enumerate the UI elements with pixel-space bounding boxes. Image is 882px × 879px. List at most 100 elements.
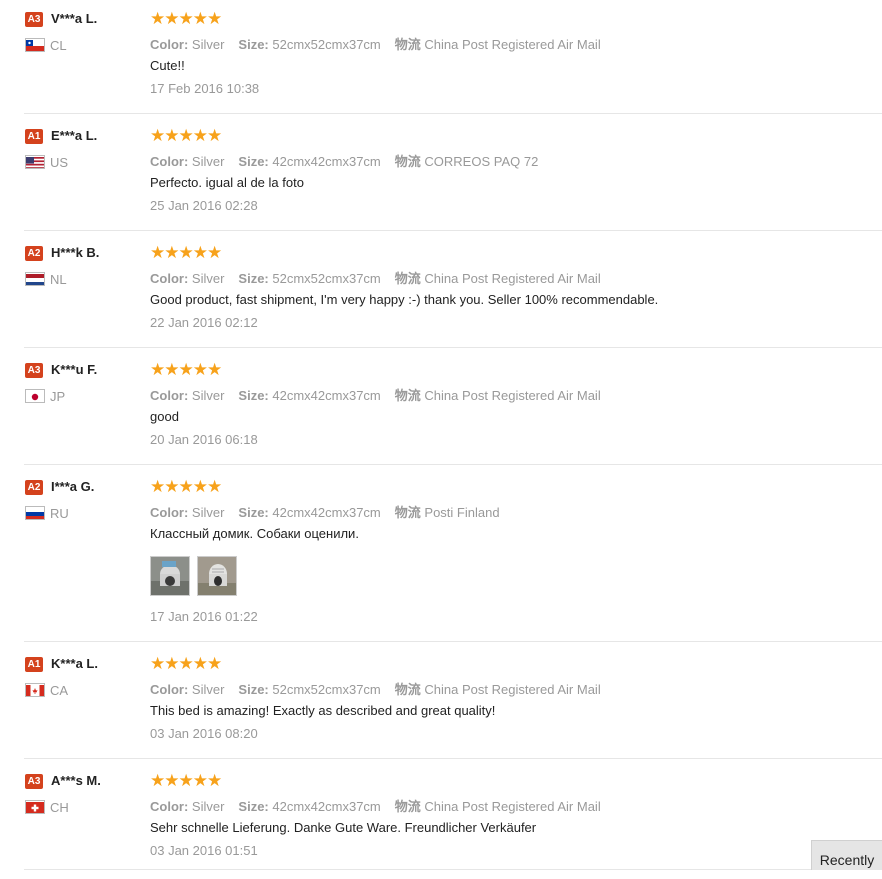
star-icon: ★ bbox=[178, 360, 194, 379]
star-icon: ★ bbox=[164, 771, 179, 790]
buyer-name: K***u F. bbox=[51, 362, 98, 377]
star-icon: ★ bbox=[150, 360, 165, 379]
size-attribute: Size: 52cmx52cmx37cm bbox=[238, 682, 380, 697]
star-icon: ★ bbox=[150, 9, 165, 28]
buyer-name: H***k B. bbox=[51, 245, 100, 260]
shipping-value: China Post Registered Air Mail bbox=[424, 682, 601, 697]
shipping-label: 物流 bbox=[394, 388, 421, 403]
buyer-level-badge: A2 bbox=[25, 480, 43, 495]
color-attribute: Color: Silver bbox=[150, 505, 224, 520]
color-label: Color: bbox=[150, 271, 189, 286]
shipping-label: 物流 bbox=[394, 271, 421, 286]
color-value: Silver bbox=[191, 799, 225, 814]
buyer-level-badge: A3 bbox=[25, 12, 43, 27]
color-attribute: Color: Silver bbox=[150, 154, 224, 169]
color-attribute: Color: Silver bbox=[150, 37, 224, 52]
buyer-country: CL bbox=[50, 38, 67, 53]
star-icon: ★ bbox=[164, 243, 179, 262]
star-icon: ★ bbox=[207, 9, 222, 28]
shipping-label: 物流 bbox=[394, 682, 421, 697]
buyer-country: NL bbox=[50, 272, 67, 287]
color-attribute: Color: Silver bbox=[150, 271, 224, 286]
shipping-attribute: 物流 China Post Registered Air Mail bbox=[395, 271, 601, 286]
review-date: 22 Jan 2016 02:12 bbox=[150, 315, 258, 330]
buyer-country: CH bbox=[50, 800, 69, 815]
star-icon: ★ bbox=[150, 654, 165, 673]
color-value: Silver bbox=[191, 505, 225, 520]
review-photo-thumbnail[interactable] bbox=[197, 556, 237, 596]
shipping-label: 物流 bbox=[394, 799, 421, 814]
buyer-name: E***a L. bbox=[51, 128, 98, 143]
star-icon: ★ bbox=[178, 9, 194, 28]
size-value: 52cmx52cmx37cm bbox=[272, 37, 381, 52]
color-label: Color: bbox=[150, 682, 189, 697]
size-label: Size: bbox=[238, 505, 269, 520]
color-value: Silver bbox=[191, 682, 225, 697]
shipping-attribute: 物流 China Post Registered Air Mail bbox=[395, 682, 601, 697]
order-info: Color: Silver Size: 52cmx52cmx37cm 物流 Chin… bbox=[150, 679, 601, 698]
size-value: 52cmx52cmx37cm bbox=[272, 682, 381, 697]
review-item: A3 K***u F. JP ★★★★★ Color: Silver Size: 42cm… bbox=[0, 351, 882, 465]
flag-canada-icon bbox=[25, 683, 45, 697]
flag-japan-icon bbox=[25, 389, 45, 403]
color-label: Color: bbox=[150, 505, 189, 520]
review-item: A3 V***a L. CL ★★★★★ Color: Silver Size: 52cm… bbox=[0, 0, 882, 114]
star-icon: ★ bbox=[192, 9, 208, 28]
shipping-value: CORREOS PAQ 72 bbox=[424, 154, 539, 169]
flag-chile-icon bbox=[25, 38, 45, 52]
size-value: 42cmx42cmx37cm bbox=[272, 505, 381, 520]
shipping-label: 物流 bbox=[394, 154, 421, 169]
review-date: 17 Jan 2016 01:22 bbox=[150, 609, 258, 624]
order-info: Color: Silver Size: 42cmx42cmx37cm 物流 Post… bbox=[150, 502, 500, 521]
order-info: Color: Silver Size: 42cmx42cmx37cm 物流 Chin… bbox=[150, 385, 601, 404]
recently-button[interactable]: Recently bbox=[811, 840, 882, 870]
buyer-country: CA bbox=[50, 683, 69, 698]
star-icon: ★ bbox=[164, 126, 179, 145]
star-icon: ★ bbox=[207, 654, 222, 673]
size-label: Size: bbox=[238, 388, 269, 403]
review-comment: Классный домик. Собаки оценили. bbox=[150, 526, 359, 541]
shipping-label: 物流 bbox=[394, 505, 421, 520]
star-icon: ★ bbox=[192, 243, 208, 262]
review-comment: Cute!! bbox=[150, 58, 185, 73]
star-icon: ★ bbox=[192, 654, 208, 673]
flag-usa-icon bbox=[25, 155, 45, 169]
star-rating: ★★★★★ bbox=[150, 9, 222, 29]
color-attribute: Color: Silver bbox=[150, 799, 224, 814]
star-icon: ★ bbox=[192, 126, 208, 145]
shipping-value: China Post Registered Air Mail bbox=[424, 388, 601, 403]
size-attribute: Size: 42cmx42cmx37cm bbox=[238, 154, 380, 169]
buyer-country: US bbox=[50, 155, 69, 170]
review-date: 03 Jan 2016 08:20 bbox=[150, 726, 258, 741]
size-attribute: Size: 52cmx52cmx37cm bbox=[238, 271, 380, 286]
review-photo-thumbnail[interactable] bbox=[150, 556, 190, 596]
color-attribute: Color: Silver bbox=[150, 388, 224, 403]
review-comment: good bbox=[150, 409, 179, 424]
star-icon: ★ bbox=[192, 771, 208, 790]
size-label: Size: bbox=[238, 271, 269, 286]
buyer-level-badge: A3 bbox=[25, 774, 43, 789]
size-attribute: Size: 42cmx42cmx37cm bbox=[238, 799, 380, 814]
flag-netherlands-icon bbox=[25, 272, 45, 286]
star-rating: ★★★★★ bbox=[150, 360, 222, 380]
shipping-attribute: 物流 Posti Finland bbox=[395, 505, 500, 520]
color-label: Color: bbox=[150, 154, 189, 169]
buyer-level-badge: A2 bbox=[25, 246, 43, 261]
size-value: 52cmx52cmx37cm bbox=[272, 271, 381, 286]
star-rating: ★★★★★ bbox=[150, 477, 222, 497]
shipping-attribute: 物流 CORREOS PAQ 72 bbox=[395, 154, 539, 169]
order-info: Color: Silver Size: 52cmx52cmx37cm 物流 Chin… bbox=[150, 34, 601, 53]
shipping-attribute: 物流 China Post Registered Air Mail bbox=[395, 37, 601, 52]
review-divider bbox=[24, 464, 882, 465]
star-icon: ★ bbox=[178, 126, 194, 145]
buyer-name: V***a L. bbox=[51, 11, 98, 26]
order-info: Color: Silver Size: 42cmx42cmx37cm 物流 CORR… bbox=[150, 151, 538, 170]
color-value: Silver bbox=[191, 271, 225, 286]
size-attribute: Size: 42cmx42cmx37cm bbox=[238, 388, 380, 403]
star-icon: ★ bbox=[164, 9, 179, 28]
shipping-value: China Post Registered Air Mail bbox=[424, 37, 601, 52]
buyer-country: RU bbox=[50, 506, 69, 521]
size-value: 42cmx42cmx37cm bbox=[272, 388, 381, 403]
review-divider bbox=[24, 113, 882, 114]
buyer-country: JP bbox=[50, 389, 66, 404]
